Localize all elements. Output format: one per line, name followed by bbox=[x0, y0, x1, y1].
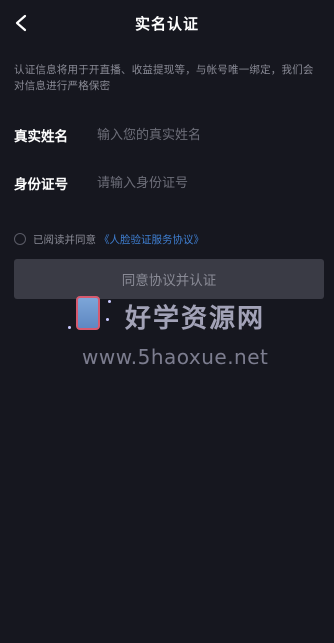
real-name-input[interactable] bbox=[97, 120, 320, 150]
header-bar: 实名认证 bbox=[0, 0, 334, 48]
agreement-link[interactable]: 《人脸验证服务协议》 bbox=[99, 232, 204, 247]
id-number-input[interactable] bbox=[97, 168, 320, 198]
id-row: 身份证号 bbox=[14, 163, 320, 203]
agree-checkbox[interactable] bbox=[14, 233, 26, 245]
id-label: 身份证号 bbox=[14, 177, 68, 193]
agreement-row: 已阅读并同意 《人脸验证服务协议》 bbox=[14, 229, 204, 249]
sparkle-icon bbox=[108, 300, 111, 303]
watermark-logo-icon bbox=[76, 296, 100, 330]
page-title: 实名认证 bbox=[134, 15, 199, 33]
privacy-notice: 认证信息将用于开直播、收益提现等，与帐号唯一绑定，我们会对信息进行严格保密 bbox=[14, 64, 314, 92]
name-row: 真实姓名 bbox=[14, 115, 320, 155]
watermark: 好学资源网 www.5haoxue.net bbox=[68, 296, 290, 376]
submit-button[interactable]: 同意协议并认证 bbox=[14, 259, 324, 299]
watermark-url: www.5haoxue.net bbox=[82, 345, 269, 369]
name-label: 真实姓名 bbox=[14, 129, 68, 145]
agree-text: 已阅读并同意 bbox=[33, 233, 96, 246]
sparkle-icon bbox=[68, 326, 71, 329]
sparkle-icon bbox=[106, 318, 109, 321]
watermark-title: 好学资源网 bbox=[125, 304, 266, 334]
